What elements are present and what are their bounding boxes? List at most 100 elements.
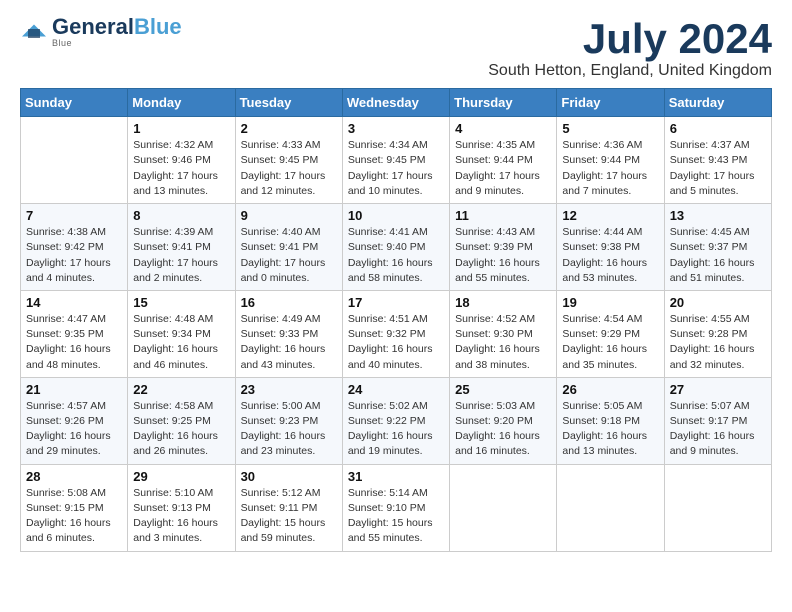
calendar-cell: 22 Sunrise: 4:58 AMSunset: 9:25 PMDayligh…	[128, 377, 235, 464]
day-info: Sunrise: 4:34 AMSunset: 9:45 PMDaylight:…	[348, 138, 444, 199]
day-info: Sunrise: 5:00 AMSunset: 9:23 PMDaylight:…	[241, 399, 337, 460]
day-info: Sunrise: 5:02 AMSunset: 9:22 PMDaylight:…	[348, 399, 444, 460]
calendar-cell: 24 Sunrise: 5:02 AMSunset: 9:22 PMDayligh…	[342, 377, 449, 464]
day-number: 30	[241, 469, 337, 484]
calendar-cell: 19 Sunrise: 4:54 AMSunset: 9:29 PMDayligh…	[557, 290, 664, 377]
day-info: Sunrise: 4:51 AMSunset: 9:32 PMDaylight:…	[348, 312, 444, 373]
calendar-week-row: 1 Sunrise: 4:32 AMSunset: 9:46 PMDaylight…	[21, 117, 772, 204]
day-info: Sunrise: 4:44 AMSunset: 9:38 PMDaylight:…	[562, 225, 658, 286]
calendar-cell: 21 Sunrise: 4:57 AMSunset: 9:26 PMDayligh…	[21, 377, 128, 464]
calendar-cell	[450, 464, 557, 551]
logo-tagline: Blue	[52, 38, 182, 48]
calendar-cell: 28Sunrise: 5:08 AMSunset: 9:15 PMDayligh…	[21, 464, 128, 551]
day-number: 24	[348, 382, 444, 397]
day-number: 1	[133, 121, 229, 136]
day-info: Sunrise: 5:03 AMSunset: 9:20 PMDaylight:…	[455, 399, 551, 460]
day-number: 19	[562, 295, 658, 310]
calendar-cell: 7Sunrise: 4:38 AMSunset: 9:42 PMDaylight…	[21, 204, 128, 291]
calendar-week-row: 28Sunrise: 5:08 AMSunset: 9:15 PMDayligh…	[21, 464, 772, 551]
weekday-header-sunday: Sunday	[21, 89, 128, 117]
calendar-cell: 10Sunrise: 4:41 AMSunset: 9:40 PMDayligh…	[342, 204, 449, 291]
day-number: 4	[455, 121, 551, 136]
calendar-week-row: 21 Sunrise: 4:57 AMSunset: 9:26 PMDayligh…	[21, 377, 772, 464]
calendar-cell: 2Sunrise: 4:33 AMSunset: 9:45 PMDaylight…	[235, 117, 342, 204]
day-number: 17	[348, 295, 444, 310]
day-info: Sunrise: 4:38 AMSunset: 9:42 PMDaylight:…	[26, 225, 122, 286]
day-info: Sunrise: 4:37 AMSunset: 9:43 PMDaylight:…	[670, 138, 766, 199]
calendar-cell: 26 Sunrise: 5:05 AMSunset: 9:18 PMDayligh…	[557, 377, 664, 464]
day-number: 25	[455, 382, 551, 397]
page-header: GeneralBlue Blue July 2024 South Hetton,…	[20, 16, 772, 80]
day-info: Sunrise: 4:57 AMSunset: 9:26 PMDaylight:…	[26, 399, 122, 460]
calendar-cell: 4Sunrise: 4:35 AMSunset: 9:44 PMDaylight…	[450, 117, 557, 204]
day-number: 18	[455, 295, 551, 310]
calendar-cell	[21, 117, 128, 204]
month-title: July 2024	[488, 16, 772, 62]
calendar-cell: 5Sunrise: 4:36 AMSunset: 9:44 PMDaylight…	[557, 117, 664, 204]
calendar-cell: 13 Sunrise: 4:45 AMSunset: 9:37 PMDayligh…	[664, 204, 771, 291]
weekday-header-thursday: Thursday	[450, 89, 557, 117]
calendar-cell: 18 Sunrise: 4:52 AMSunset: 9:30 PMDayligh…	[450, 290, 557, 377]
day-info: Sunrise: 4:48 AMSunset: 9:34 PMDaylight:…	[133, 312, 229, 373]
location-title: South Hetton, England, United Kingdom	[488, 62, 772, 80]
calendar-cell: 6Sunrise: 4:37 AMSunset: 9:43 PMDaylight…	[664, 117, 771, 204]
day-number: 22	[133, 382, 229, 397]
day-info: Sunrise: 5:10 AMSunset: 9:13 PMDaylight:…	[133, 486, 229, 547]
calendar-cell: 14 Sunrise: 4:47 AMSunset: 9:35 PMDayligh…	[21, 290, 128, 377]
day-number: 8	[133, 208, 229, 223]
calendar-cell: 15 Sunrise: 4:48 AMSunset: 9:34 PMDayligh…	[128, 290, 235, 377]
calendar-week-row: 7Sunrise: 4:38 AMSunset: 9:42 PMDaylight…	[21, 204, 772, 291]
calendar-cell: 20Sunrise: 4:55 AMSunset: 9:28 PMDayligh…	[664, 290, 771, 377]
weekday-header-row: SundayMondayTuesdayWednesdayThursdayFrid…	[21, 89, 772, 117]
calendar-cell: 17 Sunrise: 4:51 AMSunset: 9:32 PMDayligh…	[342, 290, 449, 377]
weekday-header-tuesday: Tuesday	[235, 89, 342, 117]
day-info: Sunrise: 4:45 AMSunset: 9:37 PMDaylight:…	[670, 225, 766, 286]
calendar-table: SundayMondayTuesdayWednesdayThursdayFrid…	[20, 88, 772, 551]
day-info: Sunrise: 4:54 AMSunset: 9:29 PMDaylight:…	[562, 312, 658, 373]
weekday-header-saturday: Saturday	[664, 89, 771, 117]
calendar-cell: 29 Sunrise: 5:10 AMSunset: 9:13 PMDayligh…	[128, 464, 235, 551]
day-info: Sunrise: 5:14 AMSunset: 9:10 PMDaylight:…	[348, 486, 444, 547]
day-info: Sunrise: 4:52 AMSunset: 9:30 PMDaylight:…	[455, 312, 551, 373]
day-number: 3	[348, 121, 444, 136]
calendar-cell: 25 Sunrise: 5:03 AMSunset: 9:20 PMDayligh…	[450, 377, 557, 464]
title-block: July 2024 South Hetton, England, United …	[488, 16, 772, 80]
day-number: 10	[348, 208, 444, 223]
calendar-cell: 31Sunrise: 5:14 AMSunset: 9:10 PMDayligh…	[342, 464, 449, 551]
day-info: Sunrise: 4:49 AMSunset: 9:33 PMDaylight:…	[241, 312, 337, 373]
day-info: Sunrise: 4:32 AMSunset: 9:46 PMDaylight:…	[133, 138, 229, 199]
day-number: 29	[133, 469, 229, 484]
day-info: Sunrise: 4:40 AMSunset: 9:41 PMDaylight:…	[241, 225, 337, 286]
day-info: Sunrise: 4:55 AMSunset: 9:28 PMDaylight:…	[670, 312, 766, 373]
weekday-header-friday: Friday	[557, 89, 664, 117]
day-number: 11	[455, 208, 551, 223]
calendar-week-row: 14 Sunrise: 4:47 AMSunset: 9:35 PMDayligh…	[21, 290, 772, 377]
calendar-cell: 9 Sunrise: 4:40 AMSunset: 9:41 PMDaylight…	[235, 204, 342, 291]
calendar-cell: 1 Sunrise: 4:32 AMSunset: 9:46 PMDaylight…	[128, 117, 235, 204]
logo: GeneralBlue Blue	[20, 16, 182, 48]
day-number: 21	[26, 382, 122, 397]
weekday-header-wednesday: Wednesday	[342, 89, 449, 117]
day-number: 5	[562, 121, 658, 136]
day-number: 14	[26, 295, 122, 310]
day-info: Sunrise: 5:07 AMSunset: 9:17 PMDaylight:…	[670, 399, 766, 460]
day-number: 27	[670, 382, 766, 397]
logo-icon	[20, 23, 48, 41]
day-info: Sunrise: 5:05 AMSunset: 9:18 PMDaylight:…	[562, 399, 658, 460]
day-number: 9	[241, 208, 337, 223]
calendar-cell: 23Sunrise: 5:00 AMSunset: 9:23 PMDayligh…	[235, 377, 342, 464]
day-number: 26	[562, 382, 658, 397]
day-info: Sunrise: 4:39 AMSunset: 9:41 PMDaylight:…	[133, 225, 229, 286]
calendar-cell: 27 Sunrise: 5:07 AMSunset: 9:17 PMDayligh…	[664, 377, 771, 464]
day-info: Sunrise: 4:43 AMSunset: 9:39 PMDaylight:…	[455, 225, 551, 286]
day-info: Sunrise: 4:47 AMSunset: 9:35 PMDaylight:…	[26, 312, 122, 373]
day-info: Sunrise: 5:12 AMSunset: 9:11 PMDaylight:…	[241, 486, 337, 547]
calendar-cell: 30 Sunrise: 5:12 AMSunset: 9:11 PMDayligh…	[235, 464, 342, 551]
day-number: 15	[133, 295, 229, 310]
day-number: 2	[241, 121, 337, 136]
calendar-cell: 11 Sunrise: 4:43 AMSunset: 9:39 PMDayligh…	[450, 204, 557, 291]
day-number: 16	[241, 295, 337, 310]
day-number: 28	[26, 469, 122, 484]
day-info: Sunrise: 4:58 AMSunset: 9:25 PMDaylight:…	[133, 399, 229, 460]
day-number: 13	[670, 208, 766, 223]
